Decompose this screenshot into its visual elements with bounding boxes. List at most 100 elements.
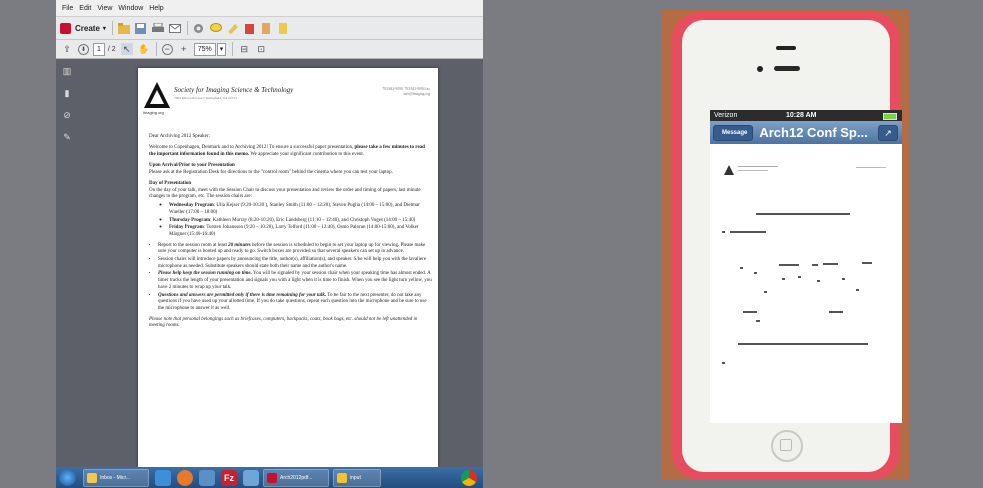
phone-body: Verizon 10:28 AM Message Arch12 Conf Sp.… xyxy=(682,20,902,472)
ist-logo-icon xyxy=(144,82,170,108)
email-icon[interactable] xyxy=(168,22,181,34)
fit-page-icon[interactable]: ⊡ xyxy=(255,43,267,55)
ie-browser-icon[interactable] xyxy=(155,469,171,486)
contact-email: info@imaging.org xyxy=(403,92,430,96)
start-button-icon[interactable] xyxy=(59,469,76,486)
menu-help[interactable]: Help xyxy=(149,5,163,12)
list-item: Report to the session room at least 20 m… xyxy=(158,243,432,256)
intro-text: Welcome to Copenhagen, Denmark and to Ar… xyxy=(149,145,355,151)
list-item: Questions and answers are permitted only… xyxy=(158,293,432,313)
hand-tool-icon[interactable]: ✋ xyxy=(138,43,150,55)
left-sidebar: ▥ ▮ ⊘ ✎ xyxy=(56,59,78,467)
pdf-page: imaging.org Society for Imaging Science … xyxy=(138,68,438,468)
program-label: Wednesday Program xyxy=(169,203,214,209)
open-folder-icon[interactable] xyxy=(117,22,130,34)
text-line xyxy=(756,320,760,322)
select-arrow-icon[interactable]: ↖ xyxy=(120,43,133,55)
taskbar-outlook-label: Inbox - Micr... xyxy=(100,474,131,481)
zoom-dropdown-chevron-icon[interactable]: ▾ xyxy=(216,42,227,56)
list-item: Friday Program: Torsten Johansson (9:20 … xyxy=(169,225,432,238)
create-label: Create xyxy=(75,23,100,33)
windows-taskbar: Inbox - Micr... Fz Arch2012pdf... input xyxy=(56,467,483,488)
text-line xyxy=(738,343,868,345)
text-line xyxy=(798,276,801,278)
filezilla-icon[interactable]: Fz xyxy=(221,469,237,486)
arrival-text: Please ask at the Registration Desk for … xyxy=(149,169,393,175)
text-line xyxy=(738,166,778,167)
signatures-icon[interactable]: ✎ xyxy=(61,131,73,143)
pdf-viewer-window: File Edit View Window Help Create ▾ ⇧ ⬇ … xyxy=(56,0,483,488)
taskbar-input-button[interactable]: input xyxy=(333,468,381,487)
firefox-icon[interactable] xyxy=(177,469,193,486)
attachments-paperclip-icon[interactable]: ⊘ xyxy=(61,109,73,121)
front-camera-icon xyxy=(757,66,763,72)
day-text: On the day of your talk, meet with the S… xyxy=(149,187,421,200)
back-button[interactable]: Message xyxy=(713,124,754,141)
menu-file[interactable]: File xyxy=(62,5,73,12)
share-icon[interactable] xyxy=(244,22,256,34)
chrome-icon[interactable] xyxy=(461,469,477,486)
phone-speaker xyxy=(776,46,796,50)
settings-gear-icon[interactable] xyxy=(193,22,205,34)
comment-icon[interactable] xyxy=(209,22,222,34)
taskbar-pdf-button[interactable]: Arch2012pdf... xyxy=(263,468,329,487)
page-number-input[interactable]: 1 xyxy=(93,42,105,56)
text-line xyxy=(730,231,766,233)
phone-screen: Verizon 10:28 AM Message Arch12 Conf Sp.… xyxy=(710,110,902,423)
outlook-icon xyxy=(87,472,97,483)
list-item: Thursday Program: Kathleen Murray (8:20-… xyxy=(169,218,432,225)
status-time: 10:28 AM xyxy=(786,112,817,119)
bullet-emphasis: 20 minutes xyxy=(228,242,251,248)
org-contact: 703/642-9090, 703/642-9094 fax info@imag… xyxy=(354,87,430,97)
text-line xyxy=(722,362,725,364)
menu-view[interactable]: View xyxy=(97,5,112,12)
create-button[interactable]: Create ▾ xyxy=(60,22,106,34)
page-total: / 2 xyxy=(107,45,116,53)
main-toolbar: Create ▾ xyxy=(56,17,483,40)
phone-earpiece xyxy=(774,66,800,71)
taskbar-outlook-button[interactable]: Inbox - Micr... xyxy=(83,468,149,487)
next-page-icon[interactable]: ⬇ xyxy=(78,43,89,55)
text-line xyxy=(743,311,757,313)
highlight-icon[interactable] xyxy=(227,22,239,34)
menu-edit[interactable]: Edit xyxy=(79,5,91,12)
share-icon[interactable]: ↗ xyxy=(878,125,898,141)
explorer-icon[interactable] xyxy=(243,469,259,486)
previous-page-icon[interactable]: ⇧ xyxy=(61,43,73,55)
text-line xyxy=(812,264,818,266)
taskbar-input-label: input xyxy=(350,474,361,481)
nav-title: Arch12 Conf Sp... xyxy=(759,125,868,140)
fit-width-icon[interactable]: ⊟ xyxy=(238,43,250,55)
menu-window[interactable]: Window xyxy=(118,5,143,12)
folder-icon xyxy=(337,472,347,483)
save-icon[interactable] xyxy=(135,22,147,34)
program-label: Friday Program xyxy=(169,225,204,231)
navigation-toolbar: ⇧ ⬇ 1 / 2 ↖ ✋ − + 75% ▾ ⊟ ⊡ xyxy=(56,40,483,59)
pages-panel-icon[interactable]: ▥ xyxy=(61,65,73,77)
list-item: Please help keep the session running on … xyxy=(158,271,432,291)
bookmarks-icon[interactable]: ▮ xyxy=(61,87,73,99)
export-icon[interactable] xyxy=(278,22,290,34)
zoom-level-select[interactable]: 75% xyxy=(193,42,216,56)
network-icon[interactable] xyxy=(199,469,215,486)
document-icon[interactable] xyxy=(261,22,273,34)
program-text: : Kathleen Murray (8:20-10:20), Eric Lan… xyxy=(210,217,416,223)
arrival-heading: Upon Arrival/Prior to your Presentation xyxy=(149,163,235,169)
print-icon[interactable] xyxy=(151,22,164,34)
list-item: Wednesday Program: Ulla Kejser (9:20-10:… xyxy=(169,203,432,216)
text-line xyxy=(722,231,725,233)
text-line xyxy=(856,167,886,168)
bullet-emphasis: Questions and answers are permitted only… xyxy=(158,292,327,298)
carrier-label: Verizon xyxy=(714,112,738,119)
text-line xyxy=(738,170,768,171)
text-line xyxy=(817,280,820,282)
attachment-preview xyxy=(716,150,896,422)
logo-label: imaging.org xyxy=(143,110,164,115)
create-pdf-icon xyxy=(60,22,71,34)
zoom-in-icon[interactable]: + xyxy=(178,43,190,55)
org-name: Society for Imaging Science & Technology xyxy=(174,86,294,94)
text-line xyxy=(842,278,845,280)
text-line xyxy=(823,263,838,265)
zoom-out-icon[interactable]: − xyxy=(161,43,173,55)
toolbar-divider xyxy=(155,42,157,56)
